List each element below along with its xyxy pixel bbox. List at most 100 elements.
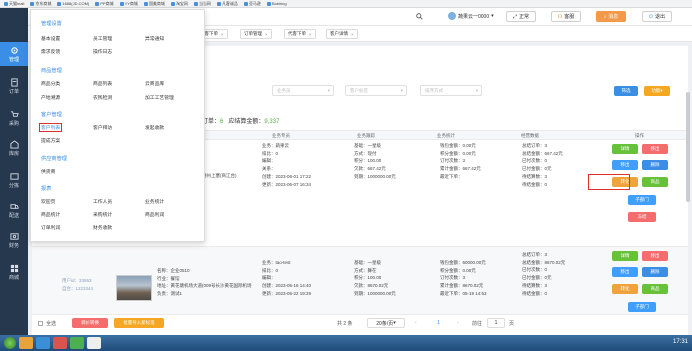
delete-button[interactable]: 删除 bbox=[642, 160, 668, 170]
freeze-button[interactable]: 冻结 bbox=[628, 212, 656, 222]
remove-button[interactable]: 移出 bbox=[642, 144, 668, 154]
detail-button[interactable]: 详情 bbox=[612, 251, 638, 261]
function-dropdown-button[interactable]: 功能 ▾ bbox=[644, 86, 670, 96]
tab-item[interactable]: 客户详情 × bbox=[326, 29, 358, 39]
user-menu[interactable]: 蔬果云一0000 ▾ bbox=[448, 12, 494, 20]
login-button[interactable]: 移出 bbox=[612, 160, 638, 170]
menu-item[interactable]: 欢迎页 bbox=[41, 198, 55, 205]
bookmark-icon bbox=[216, 1, 221, 6]
menu-item[interactable]: 采购统计 bbox=[93, 211, 112, 218]
goto-page-input[interactable]: 1 bbox=[487, 318, 505, 328]
bookmark-item[interactable]: 天猫mall bbox=[4, 1, 24, 7]
login-button[interactable]: 移出 bbox=[612, 267, 638, 277]
prev-page-icon[interactable]: ‹ bbox=[415, 320, 417, 326]
delete-button[interactable]: 删除 bbox=[642, 267, 668, 277]
close-icon[interactable]: × bbox=[309, 32, 312, 37]
bookmark-item[interactable]: PP商城 bbox=[95, 1, 114, 7]
menu-item[interactable]: 产地溯源 bbox=[41, 94, 60, 101]
normal-status-button[interactable]: ⤢ 正常 bbox=[506, 11, 536, 22]
bookmark-item[interactable]: YY商城 bbox=[119, 1, 138, 7]
sidebar-item-delivery[interactable]: 配送 bbox=[0, 198, 28, 222]
message-button[interactable]: ♪ 消息 bbox=[596, 11, 626, 22]
tab-item[interactable]: 订单管理 × bbox=[240, 29, 272, 39]
filter-button[interactable]: 筛选 bbox=[614, 86, 638, 96]
browser-app-icon[interactable] bbox=[36, 337, 50, 349]
menu-item[interactable]: 商品列表 bbox=[93, 80, 112, 87]
menu-item[interactable]: 提成方案 bbox=[41, 137, 60, 144]
browser-bookmark-bar: 天猫mall 京东商城 1688(JD.COM) PP商城 YY商城 国美商城 淘宝网 当当网… bbox=[0, 0, 692, 8]
menu-item[interactable]: 发起收款 bbox=[145, 124, 164, 131]
bookmark-item[interactable]: 国美商城 bbox=[143, 0, 165, 7]
app-icon[interactable] bbox=[87, 337, 101, 349]
tag-filter[interactable]: 客户标签 ▾ bbox=[345, 85, 407, 96]
convert-button[interactable]: 转化 bbox=[612, 284, 638, 294]
bookmark-item[interactable]: 亚马逊 bbox=[243, 1, 261, 7]
close-icon[interactable]: × bbox=[221, 32, 224, 37]
menu-item[interactable]: 客户拜访 bbox=[93, 124, 112, 131]
menu-item[interactable]: 财务收款 bbox=[93, 224, 112, 231]
menu-item[interactable]: 商品分类 bbox=[41, 80, 60, 87]
bookmark-item[interactable]: 京东商城 bbox=[30, 1, 51, 7]
goods-button[interactable]: 商品 bbox=[642, 177, 668, 187]
filter-placeholder: 排序方式 bbox=[425, 87, 443, 93]
cell-line: 累计金额：667.42元 bbox=[440, 166, 481, 172]
menu-item[interactable]: 商品统计 bbox=[41, 211, 60, 218]
page-size-select[interactable]: 20条/页 ▾ bbox=[367, 318, 405, 328]
sub-department-button[interactable]: 子部门 bbox=[628, 302, 656, 312]
remove-button[interactable]: 移出 bbox=[642, 251, 668, 261]
app-icon[interactable] bbox=[53, 337, 67, 349]
start-button[interactable] bbox=[4, 337, 16, 349]
bookmark-icon bbox=[193, 1, 198, 6]
batch-import-tag-button[interactable]: 批量导入新标签 bbox=[114, 318, 164, 328]
bookmark-label: 国美商城 bbox=[148, 0, 165, 6]
app-icon[interactable] bbox=[70, 337, 84, 349]
sub-department-button[interactable]: 子部门 bbox=[628, 195, 656, 205]
sort-filter[interactable]: 排序方式 ▾ bbox=[420, 85, 482, 96]
bookmark-item[interactable]: 1688(JD.COM) bbox=[57, 1, 89, 6]
batch-convert-button[interactable]: 调价转换 bbox=[72, 318, 108, 328]
close-icon[interactable]: × bbox=[265, 32, 268, 37]
goods-button[interactable]: 商品 bbox=[642, 284, 668, 294]
bookmark-item[interactable]: 凡客诚品 bbox=[216, 1, 238, 7]
tab-label: 客户详情 bbox=[330, 31, 348, 36]
search-icon[interactable] bbox=[414, 11, 424, 22]
scrollbar[interactable] bbox=[686, 92, 690, 202]
menu-item[interactable]: 商品利润 bbox=[145, 211, 164, 218]
menu-item[interactable]: 基本设置 bbox=[41, 35, 60, 42]
menu-item[interactable]: 供货商 bbox=[41, 168, 55, 175]
sidebar-item-purchase[interactable]: 采购 bbox=[0, 106, 28, 130]
tab-item[interactable]: 代客下单 × bbox=[284, 29, 316, 39]
salesman-filter[interactable]: 业务员 ▾ bbox=[272, 85, 334, 96]
sidebar-item-sorting[interactable]: 分拣 bbox=[0, 168, 28, 192]
close-icon[interactable]: × bbox=[351, 32, 354, 37]
sidebar-item-warehouse[interactable]: 库房 bbox=[0, 136, 28, 160]
bookmark-item[interactable]: 当当网 bbox=[193, 1, 211, 7]
cell-line: 欠款：8670.02元 bbox=[354, 283, 389, 289]
menu-item[interactable]: 异常通知 bbox=[145, 35, 164, 42]
select-all[interactable]: 全选 bbox=[38, 320, 56, 327]
sidebar-item-shop[interactable]: 商城 bbox=[0, 260, 28, 284]
menu-item[interactable]: 加工工艺管理 bbox=[145, 94, 174, 101]
explorer-app-icon[interactable] bbox=[19, 337, 33, 349]
menu-item[interactable]: 需求反馈 bbox=[41, 48, 60, 55]
menu-item[interactable]: 农残检测 bbox=[93, 94, 112, 101]
sidebar-item-finance[interactable]: 财务 bbox=[0, 228, 28, 252]
menu-item[interactable]: 操作日志 bbox=[93, 48, 112, 55]
menu-item[interactable]: 订单利润 bbox=[41, 224, 60, 231]
menu-item[interactable]: 云商品库 bbox=[145, 80, 164, 87]
goto-label: 前往 bbox=[472, 321, 483, 327]
sidebar-item-manage[interactable]: 管理 bbox=[0, 42, 28, 66]
service-button[interactable]: ☊ 客服 bbox=[551, 11, 581, 22]
sidebar-item-orders[interactable]: 订单 bbox=[0, 74, 28, 98]
detail-button[interactable]: 详情 bbox=[612, 144, 638, 154]
checkbox[interactable] bbox=[38, 321, 43, 326]
menu-item-customer-list[interactable]: 客户列表 bbox=[39, 123, 63, 132]
menu-item[interactable]: 业务统计 bbox=[145, 198, 164, 205]
bookmark-item[interactable]: 淘宝网 bbox=[170, 1, 188, 7]
menu-item[interactable]: 工作人员 bbox=[93, 198, 112, 205]
bookmark-item[interactable]: Bobiring bbox=[266, 1, 287, 6]
next-page-icon[interactable]: › bbox=[457, 320, 459, 326]
current-page[interactable]: 1 bbox=[437, 320, 440, 326]
menu-item[interactable]: 员工管理 bbox=[93, 35, 112, 42]
exit-button[interactable]: ⏻ 退出 bbox=[642, 11, 672, 22]
